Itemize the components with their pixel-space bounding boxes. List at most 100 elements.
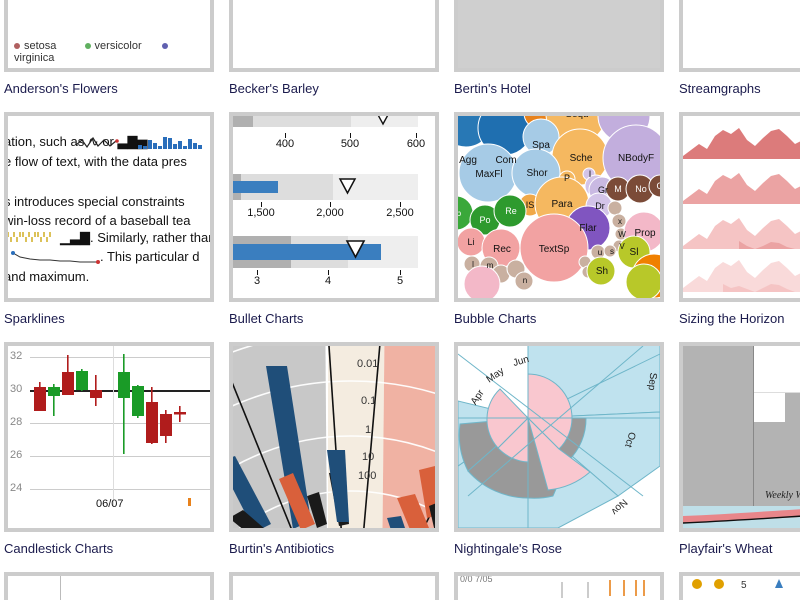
barley-dot-plot: Peatland Velvet No. 475 Manchuria No. 46… <box>233 0 435 68</box>
card-title-beckers-barley[interactable]: Becker's Barley <box>229 81 439 97</box>
thumbnail-row4-col1[interactable] <box>4 572 214 600</box>
gallery-card-row4-col4[interactable]: 5 <box>679 572 800 600</box>
thumbnail-bertins-hotel[interactable]: 16. % CL 14. % CL 1. % CLI 2. % CLI <box>454 0 664 72</box>
thumbnail-sparklines[interactable]: ation, such as ∿ or ▃▇▅, e flow of text,… <box>4 112 214 302</box>
bubble-label-IS: IS <box>525 200 535 210</box>
gallery-card-bubble-charts[interactable]: Agg Com Spa Sequ Sche NBodyF MaxFl Shor … <box>454 112 664 342</box>
burtin-radial-tick-3: 10 <box>362 451 375 463</box>
thumbnail-andersons-flowers[interactable]: 5 6 7 setosa versicolor virginica <box>4 0 214 72</box>
card-title-sparklines[interactable]: Sparklines <box>4 311 214 327</box>
sparkline-wave-icon <box>76 136 119 149</box>
bubble-label-I: I <box>588 169 592 179</box>
sparkline-bars-icon <box>138 137 202 149</box>
bubble-label-l: l <box>472 259 474 269</box>
card-title-playfairs-wheat[interactable]: Playfair's Wheat <box>679 541 800 557</box>
horizon-bands <box>683 128 800 292</box>
thumbnail-row4-col2[interactable] <box>229 572 439 600</box>
bubble-label-u: u <box>597 247 603 257</box>
bubble-label-x: x <box>618 216 622 226</box>
thumbnail-row4-col4[interactable]: 5 <box>679 572 800 600</box>
bullet-tick-0-1: 500 <box>340 138 360 150</box>
card-title-nightingales-rose[interactable]: Nightingale's Rose <box>454 541 664 557</box>
playfair-wheat-plot: Weekly Wages of <box>683 346 800 528</box>
horizon-chart-plot <box>683 116 800 298</box>
card-title-streamgraphs[interactable]: Streamgraphs <box>679 81 800 97</box>
card-title-burtins-antibiotics[interactable]: Burtin's Antibiotics <box>229 541 439 557</box>
bubble-label-Spa: Spa <box>532 139 550 151</box>
row4-col1-preview <box>8 576 210 600</box>
card-title-andersons-flowers[interactable]: Anderson's Flowers <box>4 81 214 97</box>
iris-legend: setosa versicolor virginica <box>14 40 210 64</box>
gallery-card-sparklines[interactable]: ation, such as ∿ or ▃▇▅, e flow of text,… <box>4 112 214 342</box>
card-title-candlestick-charts[interactable]: Candlestick Charts <box>4 541 214 557</box>
gallery-card-row4-col2[interactable] <box>229 572 439 600</box>
nightingale-rose-plot: Apr May Jun Sep Oct Nov <box>458 346 660 528</box>
gallery-card-candlestick-charts[interactable]: 32 30 28 26 24 06/07 Candlestick Charts <box>4 342 214 572</box>
thumbnail-row4-col3[interactable]: 0/0 7/05 <box>454 572 664 600</box>
bubble-label-MaxFl: MaxFl <box>475 168 503 180</box>
legend-label-setosa: setosa <box>24 40 57 52</box>
bubble-label-TextSp: TextSp <box>538 243 570 255</box>
bubble-label-Rec: Rec <box>493 243 511 255</box>
gallery-card-row4-col3[interactable]: 0/0 7/05 <box>454 572 664 600</box>
sparkline-line-6: and maximum. <box>4 269 90 284</box>
card-title-bullet-charts[interactable]: Bullet Charts <box>229 311 439 327</box>
thumbnail-bubble-charts[interactable]: Agg Com Spa Sequ Sche NBodyF MaxFl Shor … <box>454 112 664 302</box>
sparkline-winloss-icon <box>8 232 51 242</box>
streamgraph-plot <box>683 0 800 68</box>
gallery-card-beckers-barley[interactable]: Peatland Velvet No. 475 Manchuria No. 46… <box>229 0 439 112</box>
svg-text:5: 5 <box>741 580 747 591</box>
bubble-label-Sh: Sh <box>595 265 609 277</box>
nightingale-month-label-sep: Sep <box>645 372 659 391</box>
bullet-marker-1 <box>338 178 357 195</box>
thumbnail-playfairs-wheat[interactable]: Weekly Wages of <box>679 342 800 532</box>
card-title-sizing-the-horizon[interactable]: Sizing the Horizon <box>679 311 800 327</box>
bullet-tick-1-2: 2,500 <box>386 207 414 219</box>
legend-swatch-virginica <box>161 43 168 50</box>
gallery-card-bertins-hotel[interactable]: 16. % CL 14. % CL 1. % CLI 2. % CLI Bert… <box>454 0 664 112</box>
bubble-label-NBodyF: NBodyF <box>617 152 655 164</box>
gallery-card-row4-col1[interactable] <box>4 572 214 600</box>
bubble-label-s: s <box>610 246 614 256</box>
row4-col3-preview: 0/0 7/05 <box>460 574 645 598</box>
bubble-label-Flar: Flar <box>579 222 597 234</box>
burtin-radial-tick-1: 0.1 <box>361 395 377 407</box>
gallery-card-playfairs-wheat[interactable]: Weekly Wages of Playfair's Wheat <box>679 342 800 572</box>
thumbnail-bullet-charts[interactable]: 400 500 600 1,500 2,000 2,500 3 4 5 <box>229 112 439 302</box>
bullet-tick-1-1: 2,000 <box>316 207 344 219</box>
row4-col4-preview: 5 <box>683 576 800 600</box>
bubble-label-Re: Re <box>505 206 517 216</box>
thumbnail-streamgraphs[interactable] <box>679 0 800 72</box>
bullet-tick-0-2: 600 <box>406 138 426 150</box>
gallery-card-andersons-flowers[interactable]: 5 6 7 setosa versicolor virginica Anders… <box>4 0 214 112</box>
thumbnail-burtins-antibiotics[interactable]: eumoniae 0.01 0.1 1 10 100 <box>229 342 439 532</box>
bubble-label-No: No <box>635 184 647 194</box>
gallery-card-sizing-the-horizon[interactable]: Sizing the Horizon <box>679 112 800 342</box>
card-title-bertins-hotel[interactable]: Bertin's Hotel <box>454 81 664 97</box>
bubble-label-P: P <box>563 173 570 183</box>
bubble-label-m: m <box>486 260 494 270</box>
bubble-label-M: M <box>614 184 622 194</box>
legend-swatch-versicolor <box>84 43 91 50</box>
burtin-radial-plot: eumoniae 0.01 0.1 1 10 100 <box>233 346 435 528</box>
legend-label-versicolor: versicolor <box>94 40 142 52</box>
bullet-tick-0-0: 400 <box>275 138 295 150</box>
bubble-label-Prop: Prop <box>634 227 656 239</box>
thumbnail-nightingales-rose[interactable]: Apr May Jun Sep Oct Nov <box>454 342 664 532</box>
bubble-label-Li: Li <box>467 237 475 247</box>
thumbnail-sizing-the-horizon[interactable] <box>679 112 800 302</box>
sparkline-line-5: . This particular d <box>100 249 200 264</box>
gallery-card-streamgraphs[interactable]: Streamgraphs <box>679 0 800 112</box>
gallery-card-nightingales-rose[interactable]: Apr May Jun Sep Oct Nov Nightingale's Ro… <box>454 342 664 572</box>
gallery-card-bullet-charts[interactable]: 400 500 600 1,500 2,000 2,500 3 4 5 Bull… <box>229 112 439 342</box>
bubble-label-Shor: Shor <box>526 167 548 179</box>
gallery-card-burtins-antibiotics[interactable]: eumoniae 0.01 0.1 1 10 100 Burtin's Anti… <box>229 342 439 572</box>
bullet-marker-0 <box>377 116 389 126</box>
thumbnail-beckers-barley[interactable]: Peatland Velvet No. 475 Manchuria No. 46… <box>229 0 439 72</box>
thumbnail-candlestick-charts[interactable]: 32 30 28 26 24 06/07 <box>4 342 214 532</box>
sparkline-line-1: e flow of text, with the data pres <box>4 154 187 169</box>
card-title-bubble-charts[interactable]: Bubble Charts <box>454 311 664 327</box>
bubble-label-n: n <box>522 275 528 285</box>
bubble-label-Sche: Sche <box>569 152 593 164</box>
playfair-annotation: Weekly Wages of <box>765 490 800 501</box>
